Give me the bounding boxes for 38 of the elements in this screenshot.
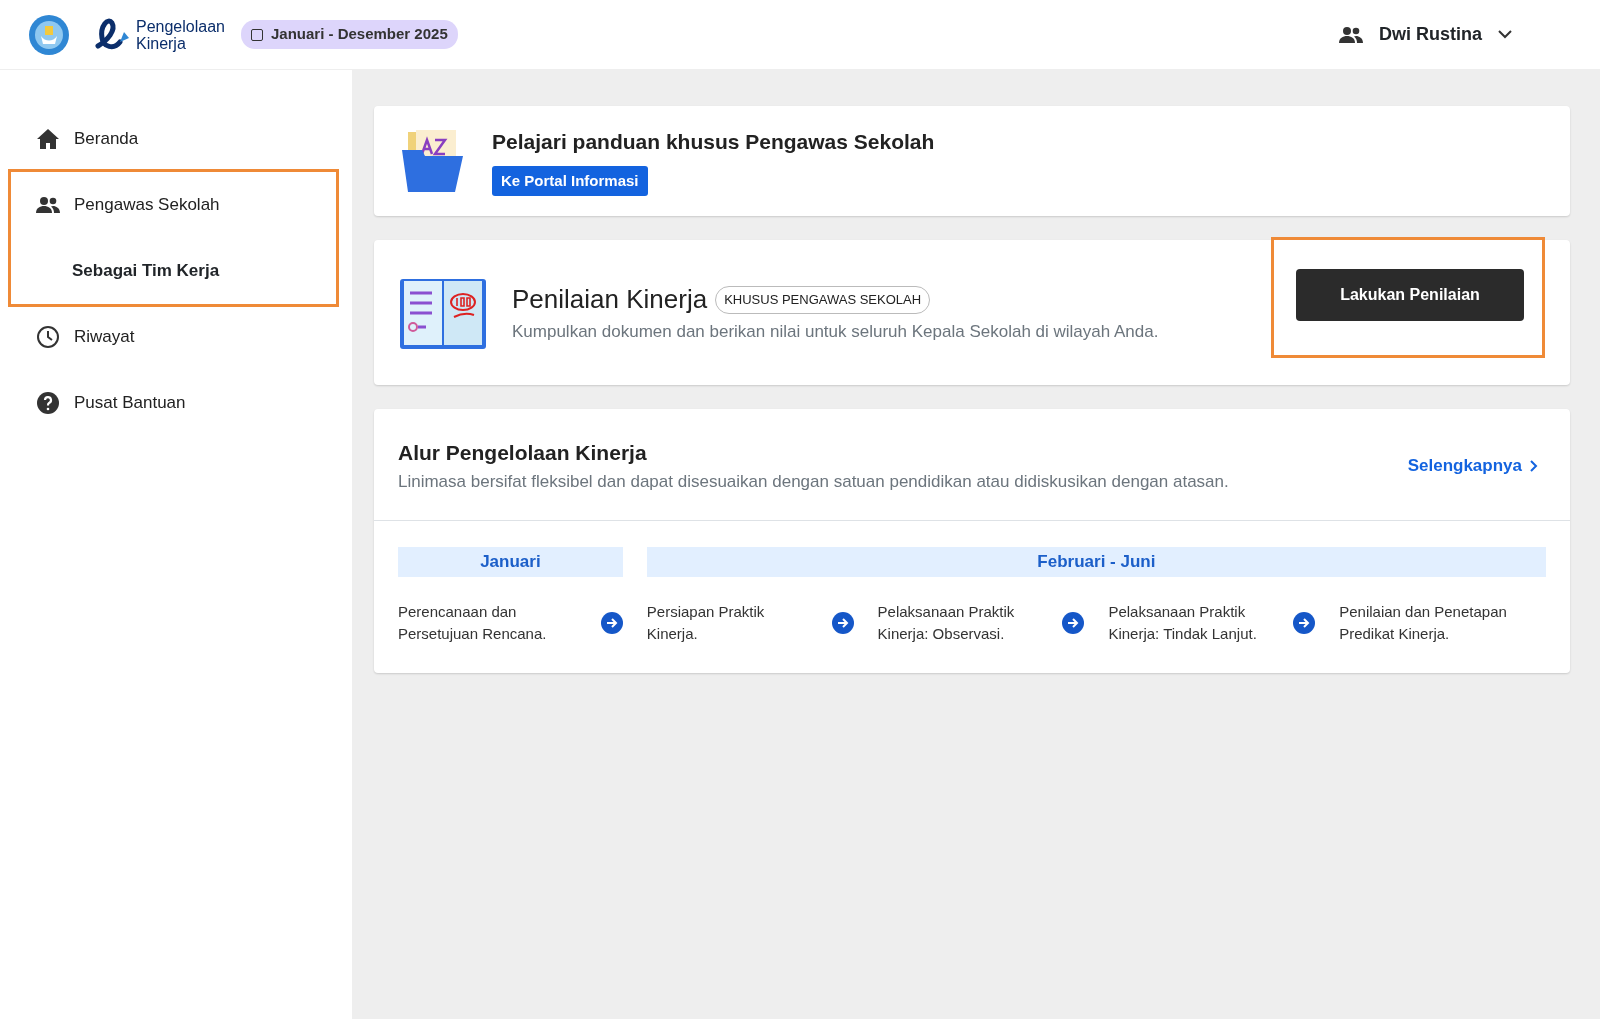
checkbox-icon [250,28,263,41]
portal-button[interactable]: Ke Portal Informasi [492,165,648,196]
card-title: Pelajari panduan khusus Pengawas Sekolah [492,129,935,155]
card-title: Alur Pengelolaan Kinerja [398,440,648,466]
chevron-down-icon [1498,30,1512,39]
arrow-right-icon [1293,611,1316,634]
user-icon [1339,25,1363,44]
people-icon [36,196,60,214]
sidebar-item[interactable]: Beranda [0,106,352,172]
home-icon [36,128,60,150]
phase-label: Januari [398,547,623,577]
card-description: Linimasa bersifat fleksibel dan dapat disesuaikan dengan satuan pendidikan atau didiskusikan dengan atasan. [398,470,1230,493]
sidebar-item[interactable]: Riwayat [0,304,352,370]
sidebar-subitem[interactable]: Sebagai Tim Kerja [11,238,336,304]
card-title: Penilaian Kinerja [512,283,708,317]
chevron-right-icon [1530,459,1538,472]
phase-label: Februari - Juni [646,547,1546,577]
app-logo-icon [94,17,132,52]
step-text: Persiapan Praktik Kinerja. [646,601,766,644]
arrow-right-icon [831,611,854,634]
arrow-right-icon [600,611,623,634]
assess-button[interactable]: Lakukan Penilaian [1296,269,1524,321]
sidebar-item[interactable]: Pengawas Sekolah [11,172,336,238]
app-name: Pengelolaan [136,17,225,35]
more-link[interactable]: Selengkapnya [1407,452,1538,479]
arrow-right-icon [1062,611,1085,634]
step-text: Penilaian dan Penetapan Predikat Kinerja. [1339,601,1508,644]
period-text: Januari - Desember 2025 [270,24,448,45]
help-icon [36,391,60,415]
step-text: Perencanaan dan Persetujuan Rencana. [398,601,548,644]
clock-icon [36,325,60,349]
sidebar-item[interactable]: Pusat Bantuan [0,370,352,436]
app-name: Kinerja [136,34,186,52]
user-menu-button[interactable]: Dwi Rustina [1327,15,1524,54]
emblem-logo-icon [28,13,70,56]
step-text: Pelaksanaan Praktik Kinerja: Observasi. [877,601,1016,644]
card-description: Kumpulkan dokumen dan berikan nilai untuk seluruh Kepala Sekolah di wilayah Anda. [512,321,1160,344]
step-text: Pelaksanaan Praktik Kinerja: Tindak Lanjut. [1108,601,1258,644]
